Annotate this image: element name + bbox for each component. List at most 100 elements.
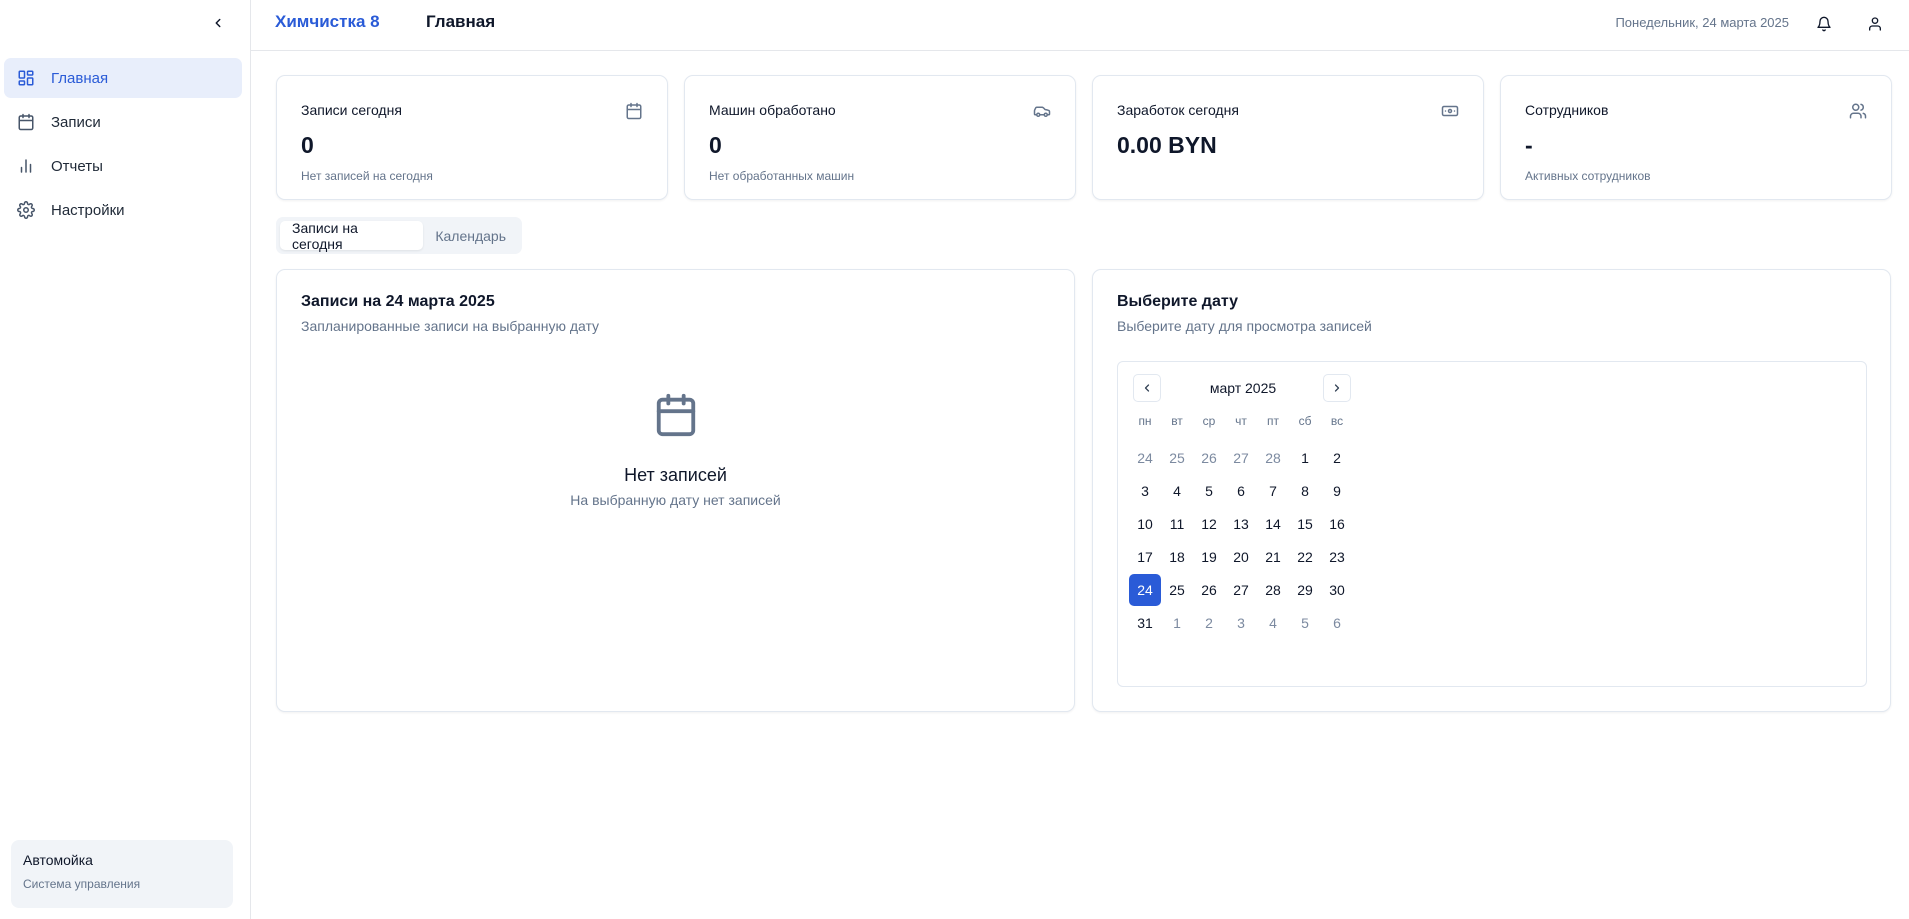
calendar-day[interactable]: 13 bbox=[1225, 508, 1257, 540]
calendar-day[interactable]: 11 bbox=[1161, 508, 1193, 540]
calendar-week-row: 3456789 bbox=[1129, 475, 1353, 507]
calendar-day[interactable]: 29 bbox=[1289, 574, 1321, 606]
calendar-day[interactable]: 16 bbox=[1321, 508, 1353, 540]
calendar-day[interactable]: 3 bbox=[1129, 475, 1161, 507]
calendar-day[interactable]: 31 bbox=[1129, 607, 1161, 639]
calendar-day[interactable]: 22 bbox=[1289, 541, 1321, 573]
calendar-month-label: март 2025 bbox=[1209, 380, 1277, 396]
calendar-day[interactable]: 23 bbox=[1321, 541, 1353, 573]
stat-card-cars-processed: Машин обработано 0 Нет обработанных маши… bbox=[684, 75, 1076, 200]
calendar-day[interactable]: 15 bbox=[1289, 508, 1321, 540]
calendar-day[interactable]: 8 bbox=[1289, 475, 1321, 507]
calendar-day[interactable]: 3 bbox=[1225, 607, 1257, 639]
sidebar-item-appointments[interactable]: Записи bbox=[4, 102, 242, 142]
top-header: Химчистка 8 Главная Понедельник, 24 март… bbox=[251, 0, 1909, 51]
calendar-week-row: 24 25 26 27 28 1 2 bbox=[1129, 442, 1353, 474]
stat-value: - bbox=[1525, 132, 1533, 158]
sidebar-item-reports[interactable]: Отчеты bbox=[4, 146, 242, 186]
tab-today-appointments[interactable]: Записи на сегодня bbox=[280, 220, 424, 252]
calendar-day[interactable]: 1 bbox=[1161, 607, 1193, 639]
calendar-day[interactable]: 21 bbox=[1257, 541, 1289, 573]
org-name: Автомойка bbox=[23, 852, 93, 868]
sidebar-item-home[interactable]: Главная bbox=[4, 58, 242, 98]
banknote-icon bbox=[1441, 105, 1459, 117]
calendar-week-row: 10 11 12 13 14 15 16 bbox=[1129, 508, 1353, 540]
notifications-button[interactable] bbox=[1813, 13, 1835, 35]
collapse-sidebar-button[interactable] bbox=[206, 11, 230, 35]
bar-chart-icon bbox=[16, 156, 36, 176]
datepicker-subtitle: Выберите дату для просмотра записей bbox=[1117, 318, 1372, 334]
car-icon bbox=[1033, 106, 1051, 117]
datepicker-panel: Выберите дату Выберите дату для просмотр… bbox=[1092, 269, 1891, 712]
calendar-day[interactable]: 25 bbox=[1161, 442, 1193, 474]
calendar-day[interactable]: 28 bbox=[1257, 442, 1289, 474]
user-menu-button[interactable] bbox=[1864, 13, 1886, 35]
empty-state-title: Нет записей bbox=[624, 465, 727, 485]
calendar-day[interactable]: 25 bbox=[1161, 574, 1193, 606]
weekday-label: вс bbox=[1330, 414, 1344, 428]
calendar-day[interactable]: 10 bbox=[1129, 508, 1161, 540]
calendar-day[interactable]: 5 bbox=[1289, 607, 1321, 639]
users-icon bbox=[1849, 103, 1867, 119]
calendar-day[interactable]: 6 bbox=[1225, 475, 1257, 507]
sidebar-item-label: Настройки bbox=[51, 201, 125, 219]
calendar-day[interactable]: 1 bbox=[1289, 442, 1321, 474]
dashboard-icon bbox=[16, 68, 36, 88]
sidebar-item-label: Записи bbox=[51, 113, 101, 131]
weekday-label: сб bbox=[1298, 414, 1312, 428]
calendar: март 2025 пн вт ср чт пт сб вс 24 25 26 27 28 1 2 3 4 5… bbox=[1117, 361, 1867, 687]
sidebar-item-label: Главная bbox=[51, 69, 109, 87]
stat-card-employees: Сотрудников - Активных сотрудников bbox=[1500, 75, 1892, 200]
calendar-icon bbox=[16, 112, 36, 132]
calendar-grid: пн вт ср чт пт сб вс 24 25 26 27 28 1 2 3 4 5 6 7 8 9 10 11 12… bbox=[1129, 414, 1353, 639]
calendar-day[interactable]: 24 bbox=[1129, 442, 1161, 474]
empty-state-subtitle: На выбранную дату нет записей bbox=[570, 492, 781, 508]
org-subtitle: Система управления bbox=[23, 877, 141, 891]
stat-title: Сотрудников bbox=[1525, 102, 1609, 118]
calendar-day[interactable]: 20 bbox=[1225, 541, 1257, 573]
tab-calendar[interactable]: Календарь bbox=[423, 221, 518, 250]
calendar-week-row: 17 18 19 20 21 22 23 bbox=[1129, 541, 1353, 573]
calendar-day[interactable]: 27 bbox=[1225, 442, 1257, 474]
calendar-icon bbox=[626, 102, 642, 120]
view-tabs: Записи на сегодня Календарь bbox=[276, 217, 522, 254]
calendar-day[interactable]: 19 bbox=[1193, 541, 1225, 573]
appointments-panel: Записи на 24 марта 2025 Запланированные … bbox=[276, 269, 1075, 712]
stat-title: Машин обработано bbox=[709, 102, 836, 118]
calendar-day[interactable]: 6 bbox=[1321, 607, 1353, 639]
chevron-left-icon bbox=[1144, 384, 1150, 392]
bell-icon bbox=[1817, 16, 1831, 32]
sidebar-item-settings[interactable]: Настройки bbox=[4, 190, 242, 230]
calendar-day[interactable]: 26 bbox=[1193, 574, 1225, 606]
prev-month-button[interactable] bbox=[1133, 374, 1161, 402]
calendar-day[interactable]: 18 bbox=[1161, 541, 1193, 573]
next-month-button[interactable] bbox=[1323, 374, 1351, 402]
stat-subtitle: Нет обработанных машин bbox=[709, 169, 855, 183]
weekday-label: ср bbox=[1202, 414, 1216, 428]
calendar-day[interactable]: 2 bbox=[1321, 442, 1353, 474]
sidebar: Главная Записи Отчеты Настройки Автомойк… bbox=[0, 0, 251, 919]
calendar-day[interactable]: 4 bbox=[1257, 607, 1289, 639]
calendar-day-selected[interactable]: 24 bbox=[1129, 574, 1161, 606]
calendar-day[interactable]: 14 bbox=[1257, 508, 1289, 540]
calendar-day[interactable]: 4 bbox=[1161, 475, 1193, 507]
gear-icon bbox=[16, 200, 36, 220]
sidebar-item-label: Отчеты bbox=[51, 157, 103, 175]
calendar-week-row: 31 1 2 3 4 5 6 bbox=[1129, 607, 1353, 639]
calendar-day[interactable]: 28 bbox=[1257, 574, 1289, 606]
calendar-day[interactable]: 12 bbox=[1193, 508, 1225, 540]
calendar-day[interactable]: 9 bbox=[1321, 475, 1353, 507]
calendar-day[interactable]: 30 bbox=[1321, 574, 1353, 606]
calendar-day[interactable]: 26 bbox=[1193, 442, 1225, 474]
weekday-label: чт bbox=[1235, 414, 1247, 428]
user-icon bbox=[1869, 17, 1881, 31]
stat-title: Записи сегодня bbox=[301, 102, 402, 118]
calendar-day[interactable]: 7 bbox=[1257, 475, 1289, 507]
calendar-week-row: 24 25 26 27 28 29 30 bbox=[1129, 574, 1353, 606]
calendar-day[interactable]: 17 bbox=[1129, 541, 1161, 573]
chevron-left-icon bbox=[215, 18, 221, 28]
calendar-day[interactable]: 5 bbox=[1193, 475, 1225, 507]
calendar-day[interactable]: 27 bbox=[1225, 574, 1257, 606]
calendar-day[interactable]: 2 bbox=[1193, 607, 1225, 639]
brand-link[interactable]: Химчистка 8 bbox=[275, 12, 380, 32]
